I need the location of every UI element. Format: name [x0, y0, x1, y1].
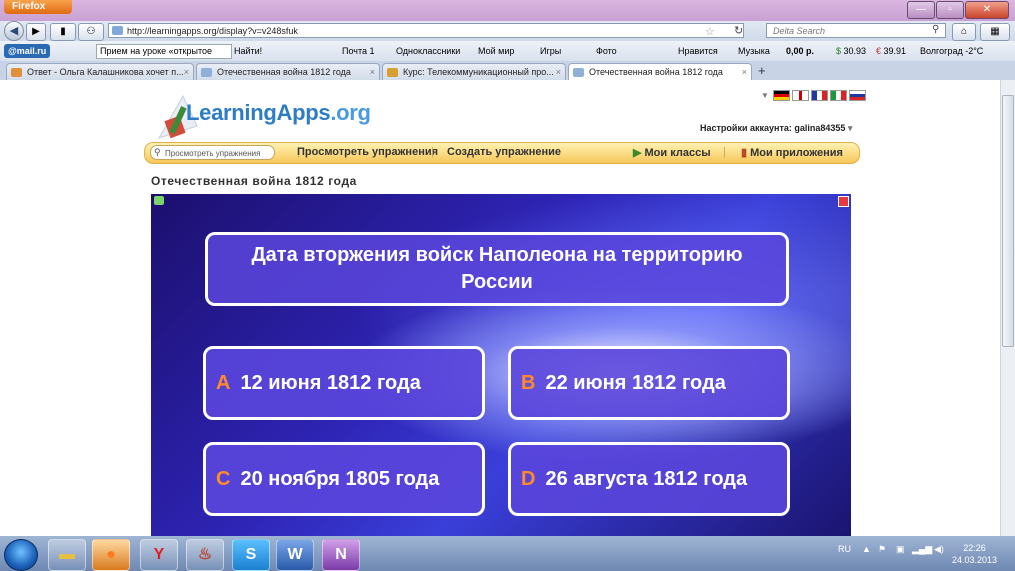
- close-tab-icon[interactable]: ×: [742, 64, 747, 80]
- explorer-icon[interactable]: ▬: [48, 539, 86, 571]
- fullscreen-icon[interactable]: [838, 196, 849, 207]
- tea-game-icon[interactable]: ♨: [186, 539, 224, 571]
- flag-it-icon[interactable]: [829, 90, 847, 101]
- apps-icon: ▮: [741, 147, 751, 159]
- new-tab-button[interactable]: +: [758, 63, 766, 78]
- search-icon[interactable]: ⚲: [932, 24, 939, 35]
- photo-link[interactable]: Фото: [596, 41, 617, 61]
- site-favicon-icon: [112, 26, 123, 35]
- maximize-button[interactable]: ▫: [936, 1, 964, 19]
- yandex-icon[interactable]: Y: [140, 539, 178, 571]
- eur-rate[interactable]: € 39.91: [876, 41, 906, 61]
- device-icon[interactable]: ▣: [896, 544, 905, 555]
- tab-course[interactable]: Курс: Телекоммуникационный про... ×: [382, 63, 566, 80]
- page-title: Отечественная война 1812 года: [151, 174, 357, 188]
- window-controls: — ▫ ✕: [906, 1, 1009, 19]
- scrollbar-thumb[interactable]: [1002, 95, 1014, 347]
- usd-rate[interactable]: $ 30.93: [836, 41, 866, 61]
- page-icon: [201, 68, 212, 77]
- my-classes-link[interactable]: ▶ Мои классы: [633, 146, 711, 159]
- search-icon: ⚲: [154, 147, 161, 157]
- url-bar[interactable]: http://learningapps.org/display?v=v248sf…: [108, 23, 744, 38]
- onenote-icon[interactable]: N: [322, 539, 360, 571]
- moodle-icon: [387, 68, 398, 77]
- app-info-icon[interactable]: [154, 196, 164, 205]
- question-box: Дата вторжения войск Наполеона на террит…: [205, 232, 789, 306]
- signal-icon[interactable]: ▮: [50, 23, 76, 41]
- skype-icon[interactable]: S: [232, 539, 270, 571]
- close-tab-icon[interactable]: ×: [184, 64, 189, 80]
- mailru-search-input[interactable]: Прием на уроке «открытое: [96, 44, 232, 59]
- flag-fr-icon[interactable]: [810, 90, 828, 101]
- myworld-link[interactable]: Мой мир: [478, 41, 514, 61]
- arrow-right-icon: ▶: [633, 147, 645, 159]
- window-titlebar: [0, 0, 1015, 21]
- firefox-icon[interactable]: ●: [92, 539, 130, 571]
- minimize-button[interactable]: —: [907, 1, 935, 19]
- chevron-down-icon: ▾: [847, 123, 853, 133]
- language-indicator[interactable]: RU: [838, 544, 851, 554]
- tab-war-1812[interactable]: Отечественная война 1812 года ×: [196, 63, 380, 80]
- forward-button[interactable]: ▶: [26, 23, 46, 41]
- navigation-bar: ◀ ▶ ▮ ⚇ http://learningapps.org/display?…: [0, 21, 1015, 41]
- search-input[interactable]: Delta Search: [766, 23, 946, 38]
- mailru-answer-icon: [11, 68, 22, 77]
- bookmark-star-icon[interactable]: ☆: [705, 25, 715, 38]
- money-balance[interactable]: 0,00 р.: [786, 41, 814, 61]
- clock-date: 24.03.2013: [952, 555, 998, 565]
- flag-uk-icon[interactable]: [791, 90, 809, 101]
- language-flags[interactable]: ▼: [761, 90, 868, 101]
- tab-bar: Ответ - Ольга Калашникова хочет п... × От…: [0, 61, 1015, 80]
- group-icon[interactable]: ⚇: [78, 23, 104, 41]
- mailru-toolbar: @mail.ru Прием на уроке «открытое Найти!…: [0, 41, 1015, 61]
- likes-link[interactable]: Нравится: [678, 41, 718, 61]
- mail-link[interactable]: Почта 1: [342, 41, 375, 61]
- home-button[interactable]: ⌂: [952, 23, 976, 41]
- classmates-link[interactable]: Одноклассники: [396, 41, 460, 61]
- site-logo-text[interactable]: LearningApps.org: [186, 100, 371, 126]
- weather-widget[interactable]: Волгоград -2°C: [920, 41, 983, 61]
- answer-a-button[interactable]: A 12 июня 1812 года: [203, 346, 485, 420]
- find-button[interactable]: Найти!: [234, 41, 262, 61]
- nav-divider: |: [723, 146, 726, 158]
- reload-icon[interactable]: ↻: [734, 24, 743, 37]
- answer-d-button[interactable]: D 26 августа 1812 года: [508, 442, 790, 516]
- start-button[interactable]: [4, 539, 38, 571]
- dropdown-arrow-icon[interactable]: ▼: [761, 91, 769, 100]
- flag-ru-icon[interactable]: [848, 90, 866, 101]
- nav-browse-exercises[interactable]: Просмотреть упражнения: [297, 146, 438, 158]
- flag-notification-icon[interactable]: ⚑: [878, 544, 886, 555]
- answer-b-button[interactable]: B 22 июня 1812 года: [508, 346, 790, 420]
- system-clock[interactable]: 22:26 24.03.2013: [952, 542, 997, 566]
- mailru-logo[interactable]: @mail.ru: [4, 44, 51, 58]
- firefox-menu-button[interactable]: Firefox: [4, 0, 72, 14]
- close-button[interactable]: ✕: [965, 1, 1009, 19]
- back-button[interactable]: ◀: [4, 21, 24, 41]
- tab-war-1812-active[interactable]: Отечественная война 1812 года ×: [568, 63, 752, 80]
- games-link[interactable]: Игры: [540, 41, 561, 61]
- addons-button[interactable]: ▦: [980, 23, 1010, 41]
- volume-icon[interactable]: ◀): [934, 544, 944, 555]
- nav-create-exercise[interactable]: Создать упражнение: [447, 146, 561, 158]
- flag-de-icon[interactable]: [772, 90, 790, 101]
- nav-divider: |: [431, 146, 434, 158]
- answer-c-button[interactable]: C 20 ноября 1805 года: [203, 442, 485, 516]
- exercise-search-input[interactable]: Просмотреть упражнения: [150, 145, 275, 160]
- music-link[interactable]: Музыка: [738, 41, 770, 61]
- page-icon: [573, 68, 584, 77]
- close-tab-icon[interactable]: ×: [370, 64, 375, 80]
- my-apps-link[interactable]: ▮ Мои приложения: [741, 146, 843, 159]
- quiz-app-area: Дата вторжения войск Наполеона на террит…: [151, 194, 851, 536]
- network-signal-icon[interactable]: ▂▄▆: [912, 544, 932, 555]
- tab-answer[interactable]: Ответ - Ольга Калашникова хочет п... ×: [6, 63, 194, 80]
- close-tab-icon[interactable]: ×: [556, 64, 561, 80]
- word-icon[interactable]: W: [276, 539, 314, 571]
- clock-time: 22:26: [963, 543, 986, 553]
- show-hidden-icons-icon[interactable]: ▲: [862, 544, 871, 554]
- account-settings-link[interactable]: Настройки аккаунта: galina84355 ▾: [700, 123, 852, 134]
